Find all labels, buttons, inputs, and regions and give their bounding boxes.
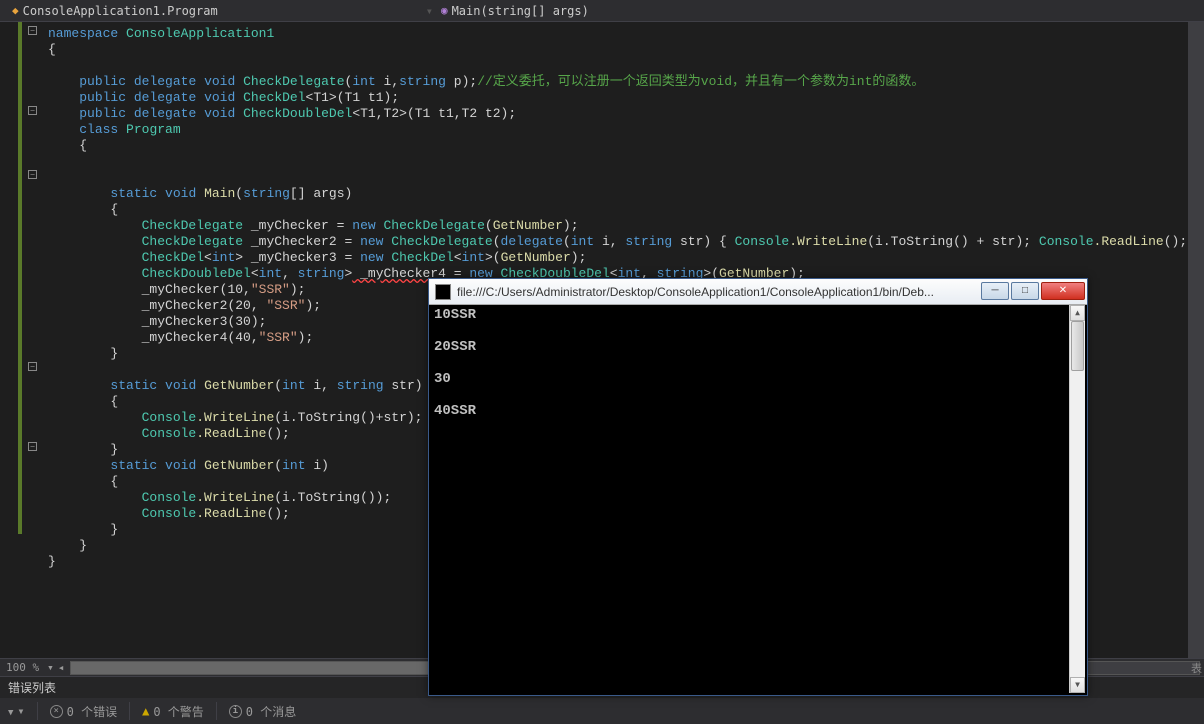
filter-icon (8, 704, 13, 718)
zoom-dropdown-icon[interactable]: ▾ (45, 661, 56, 674)
errors-filter[interactable]: × 0 个错误 (50, 703, 117, 720)
scroll-up-button[interactable]: ▲ (1070, 305, 1085, 321)
console-scrollbar[interactable]: ▲ ▼ (1069, 305, 1085, 693)
filter-button[interactable]: ▾ (8, 704, 25, 718)
minimize-button[interactable]: ─ (981, 282, 1009, 300)
scroll-left-icon[interactable]: ◂ (56, 661, 67, 674)
fold-toggle[interactable]: − (28, 362, 37, 371)
fold-toggle[interactable]: − (28, 442, 37, 451)
breadcrumb-member[interactable]: ◉ Main(string[] args) (437, 4, 593, 18)
breadcrumb-member-label: Main(string[] args) (452, 4, 589, 18)
fold-toggle[interactable]: − (28, 26, 37, 35)
messages-count: 0 个消息 (246, 703, 296, 720)
chevron-down-icon: ▾ (17, 704, 24, 718)
console-line: 10SSR (434, 307, 476, 323)
change-indicator (18, 22, 22, 534)
errors-count: 0 个错误 (67, 703, 117, 720)
console-output[interactable]: 10SSR 20SSR 30 40SSR (432, 305, 1069, 692)
warning-icon: ▲ (142, 704, 149, 718)
class-icon: ◆ (12, 4, 19, 17)
breadcrumb-bar: ◆ ConsoleApplication1.Program ▾ ◉ Main(s… (0, 0, 1204, 22)
warnings-filter[interactable]: ▲ 0 个警告 (142, 703, 204, 720)
console-title: file:///C:/Users/Administrator/Desktop/C… (457, 285, 979, 299)
console-titlebar[interactable]: file:///C:/Users/Administrator/Desktop/C… (429, 279, 1087, 305)
close-button[interactable]: ✕ (1041, 282, 1085, 300)
scrollbar-thumb[interactable] (71, 662, 466, 674)
breadcrumb-namespace-label: ConsoleApplication1.Program (23, 4, 218, 18)
fold-toggle[interactable]: − (28, 106, 37, 115)
warnings-count: 0 个警告 (153, 703, 203, 720)
console-app-icon (435, 284, 451, 300)
console-window: file:///C:/Users/Administrator/Desktop/C… (428, 278, 1088, 696)
messages-filter[interactable]: i 0 个消息 (229, 703, 296, 720)
zoom-level[interactable]: 100 % (0, 661, 45, 674)
console-line: 30 (434, 371, 451, 387)
maximize-button[interactable]: □ (1011, 282, 1039, 300)
error-list-title: 错误列表 (8, 679, 64, 696)
error-list-toolbar: ▾ × 0 个错误 ▲ 0 个警告 i 0 个消息 (0, 698, 1204, 724)
fold-toggle[interactable]: − (28, 170, 37, 179)
scroll-down-button[interactable]: ▼ (1070, 677, 1085, 693)
console-line: 40SSR (434, 403, 476, 419)
error-icon: × (50, 705, 63, 718)
scrollbar-thumb[interactable] (1071, 321, 1084, 371)
editor-gutter: − − − − − (0, 22, 40, 658)
scrollbar-track[interactable] (1070, 321, 1085, 677)
editor-vertical-scrollbar[interactable] (1188, 22, 1204, 658)
breadcrumb-namespace[interactable]: ◆ ConsoleApplication1.Program (8, 4, 222, 18)
breadcrumb-dropdown[interactable]: ▾ (426, 4, 433, 18)
method-icon: ◉ (441, 4, 448, 17)
info-icon: i (229, 705, 242, 718)
console-line: 20SSR (434, 339, 476, 355)
truncated-label: 表 (1191, 660, 1202, 676)
